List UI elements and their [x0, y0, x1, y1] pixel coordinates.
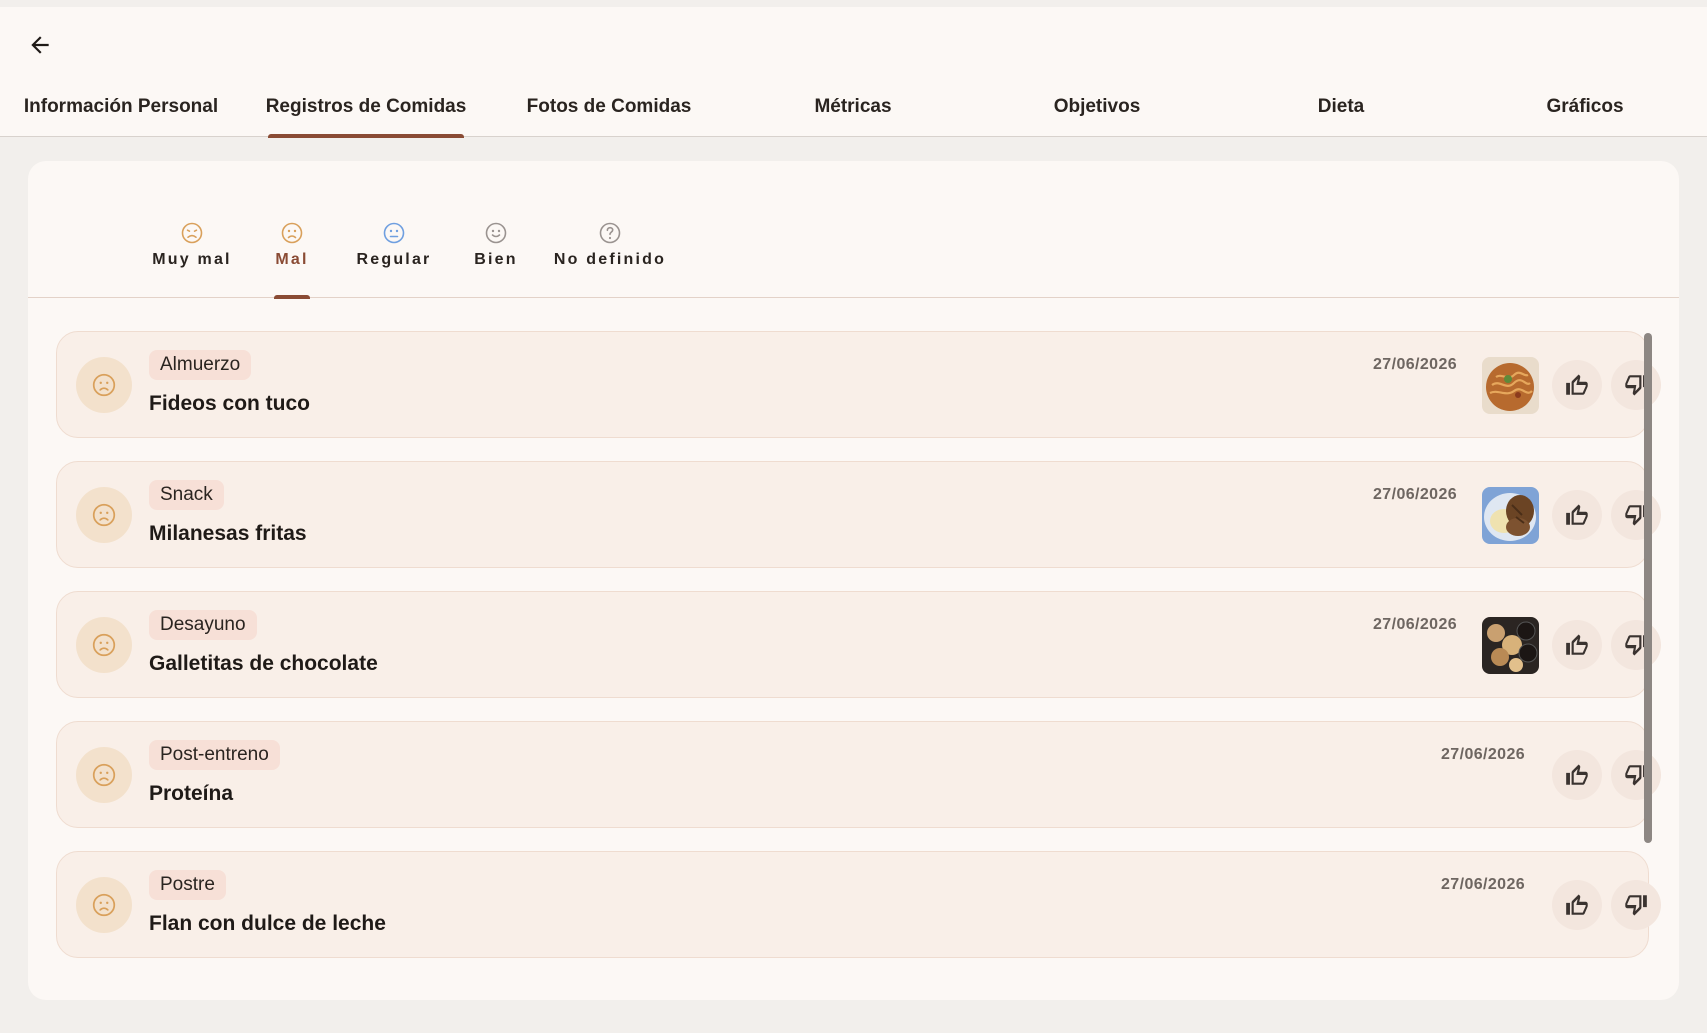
filter-label: Mal: [275, 251, 309, 268]
mood-avatar: [76, 747, 132, 803]
thumbs-up-button[interactable]: [1552, 880, 1602, 930]
tab-metricas[interactable]: Métricas: [763, 77, 943, 137]
filter-label: Bien: [474, 251, 518, 268]
sad-face-icon: [92, 893, 116, 917]
meal-item[interactable]: Post-entreno Proteína 27/06/2026: [56, 721, 1661, 828]
tab-registros-de-comidas[interactable]: Registros de Comidas: [266, 77, 466, 138]
filter-label: Muy mal: [152, 251, 232, 268]
thumbs-down-button[interactable]: [1611, 880, 1661, 930]
question-icon: [599, 222, 621, 244]
list-scrollbar[interactable]: [1644, 333, 1652, 843]
thumbs-up-button[interactable]: [1552, 360, 1602, 410]
thumbs-up-icon: [1566, 374, 1588, 395]
very-sad-face-icon: [181, 222, 203, 244]
thumbs-up-button[interactable]: [1552, 620, 1602, 670]
meal-type-chip: Postre: [149, 870, 226, 900]
meal-item[interactable]: Snack Milanesas fritas 27/06/2026: [56, 461, 1661, 568]
meal-name: Galletitas de chocolate: [149, 652, 378, 675]
arrow-left-icon: [31, 36, 49, 54]
sad-face-icon: [92, 503, 116, 527]
mood-avatar: [76, 487, 132, 543]
thumbs-down-button[interactable]: [1611, 620, 1661, 670]
mood-avatar: [76, 877, 132, 933]
happy-face-icon: [485, 222, 507, 244]
thumbs-down-icon: [1625, 895, 1647, 916]
thumbs-up-icon: [1566, 634, 1588, 655]
tab-objetivos[interactable]: Objetivos: [1007, 77, 1187, 137]
meal-name: Fideos con tuco: [149, 392, 311, 415]
meal-type-chip: Snack: [149, 480, 224, 510]
sad-face-icon: [92, 763, 116, 787]
meal-item[interactable]: Almuerzo Fideos con tuco 27/06/2026: [56, 331, 1661, 438]
meal-item[interactable]: Desayuno Galletitas de chocolate 27/06/2…: [56, 591, 1661, 698]
filter-label: No definido: [553, 251, 667, 268]
filter-label: Regular: [356, 251, 432, 268]
filter-tab-mal[interactable]: Mal: [246, 221, 338, 298]
mood-filter-tabs: Muy mal Mal Regular Bien No definido: [28, 161, 1679, 298]
main-tabs: Información Personal Registros de Comida…: [0, 77, 1707, 138]
meal-date: 27/06/2026: [1441, 876, 1526, 893]
filter-tab-regular[interactable]: Regular: [334, 221, 454, 298]
thumbs-up-icon: [1566, 764, 1588, 785]
tab-fotos-de-comidas[interactable]: Fotos de Comidas: [519, 77, 699, 137]
top-app-bar: Información Personal Registros de Comida…: [0, 7, 1707, 138]
filter-tab-no-definido[interactable]: No definido: [537, 221, 683, 298]
meal-photo[interactable]: [1482, 617, 1539, 674]
tab-dieta[interactable]: Dieta: [1251, 77, 1431, 137]
meal-date: 27/06/2026: [1373, 616, 1458, 633]
meal-type-chip: Almuerzo: [149, 350, 252, 380]
meal-log-card: Muy mal Mal Regular Bien No definido Alm…: [28, 161, 1679, 1000]
meal-name: Milanesas fritas: [149, 522, 307, 545]
meal-name: Flan con dulce de leche: [149, 912, 386, 935]
meal-date: 27/06/2026: [1373, 356, 1458, 373]
meal-type-chip: Desayuno: [149, 610, 257, 640]
meal-name: Proteína: [149, 782, 234, 805]
meal-date: 27/06/2026: [1441, 746, 1526, 763]
sad-face-icon: [92, 633, 116, 657]
thumbs-up-icon: [1566, 894, 1588, 915]
thumbs-down-button[interactable]: [1611, 360, 1661, 410]
meal-list[interactable]: Almuerzo Fideos con tuco 27/06/2026 Snac…: [28, 331, 1679, 963]
mood-avatar: [76, 357, 132, 413]
meal-photo[interactable]: [1482, 357, 1539, 414]
thumbs-up-icon: [1566, 504, 1588, 525]
filter-tab-bien[interactable]: Bien: [449, 221, 543, 298]
meal-item[interactable]: Postre Flan con dulce de leche 27/06/202…: [56, 851, 1661, 958]
filter-tab-muy-mal[interactable]: Muy mal: [124, 221, 260, 298]
thumbs-down-button[interactable]: [1611, 750, 1661, 800]
meal-photo[interactable]: [1482, 487, 1539, 544]
thumbs-up-button[interactable]: [1552, 750, 1602, 800]
tab-informacion-personal[interactable]: Información Personal: [24, 77, 218, 137]
sad-face-icon: [92, 373, 116, 397]
neutral-face-icon: [383, 222, 405, 244]
sad-face-icon: [281, 222, 303, 244]
meal-type-chip: Post-entreno: [149, 740, 280, 770]
thumbs-up-button[interactable]: [1552, 490, 1602, 540]
mood-avatar: [76, 617, 132, 673]
back-button[interactable]: [20, 25, 60, 65]
tab-graficos[interactable]: Gráficos: [1495, 77, 1675, 137]
thumbs-down-button[interactable]: [1611, 490, 1661, 540]
meal-date: 27/06/2026: [1373, 486, 1458, 503]
